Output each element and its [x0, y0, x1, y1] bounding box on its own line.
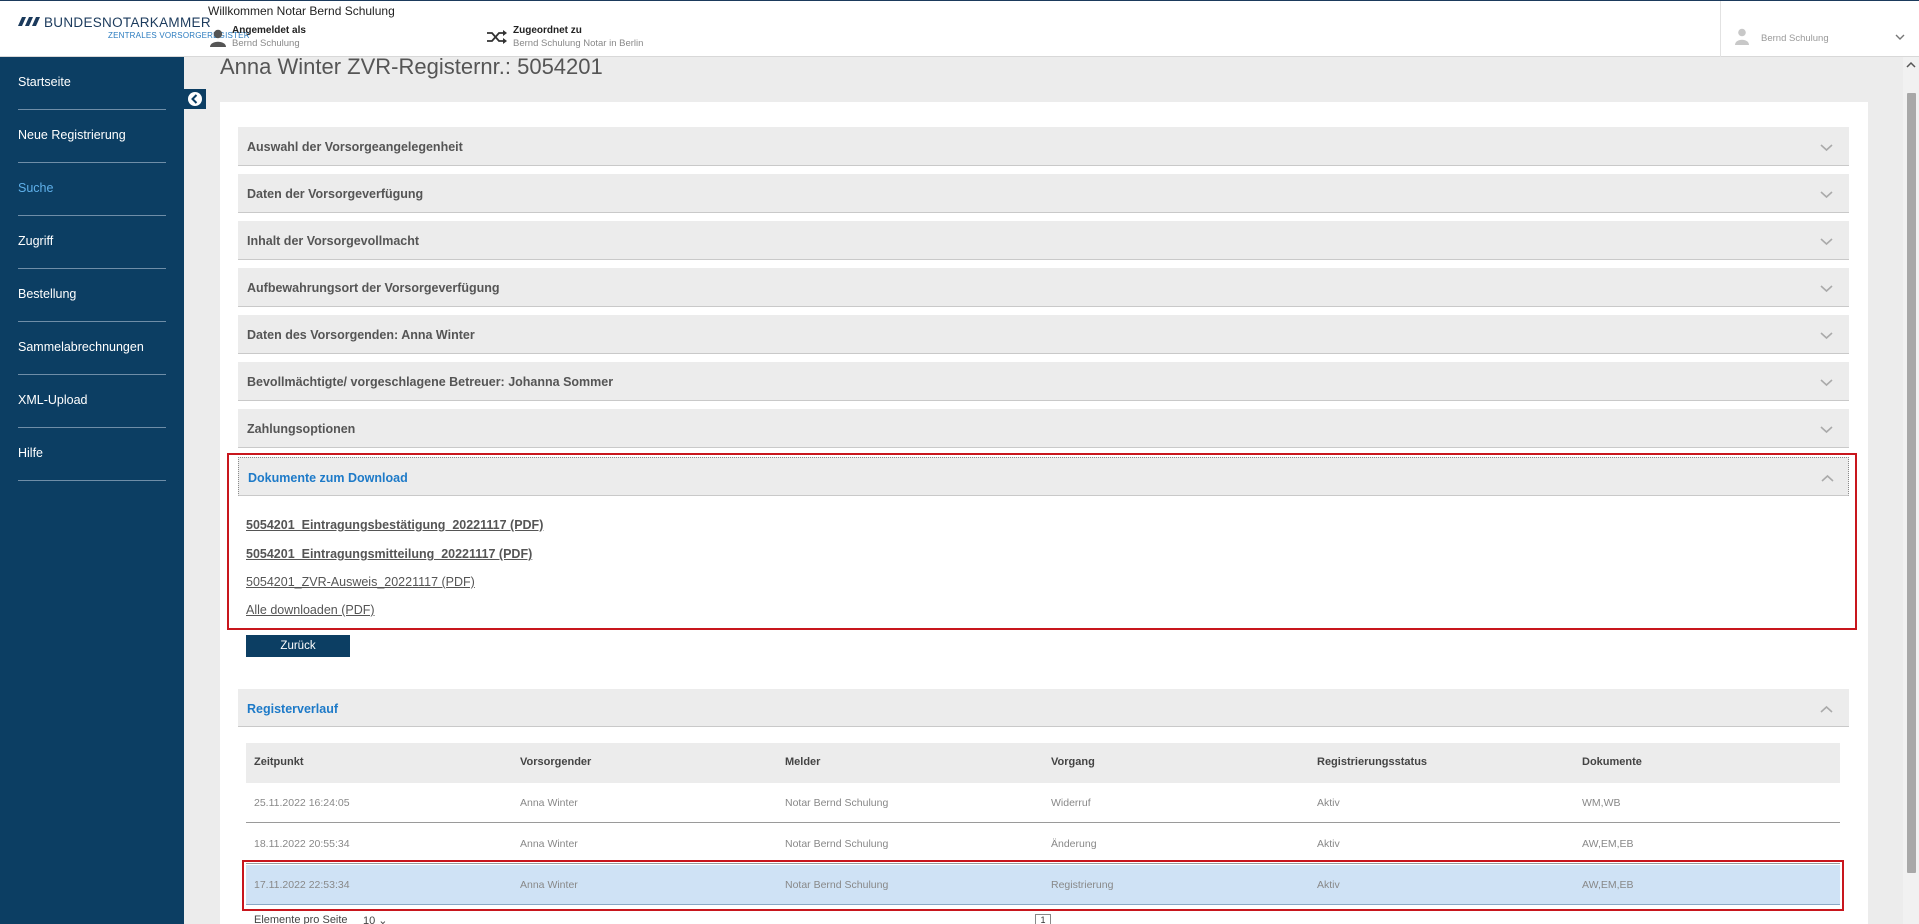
chevron-down-icon — [1820, 285, 1833, 293]
user-menu-name: Bernd Schulung — [1761, 33, 1829, 44]
highlight-selected-row — [242, 860, 1844, 911]
accordion-title: Zahlungsoptionen — [247, 422, 356, 436]
sidebar-item-hilfe[interactable]: Hilfe — [18, 428, 166, 481]
accordion-title: Aufbewahrungsort der Vorsorgeverfügung — [247, 281, 500, 295]
logo-brand-text: BUNDESNOTARKAMMER — [44, 15, 211, 30]
welcome-text: Willkommen Notar Bernd Schulung — [208, 4, 395, 18]
cell-zeitpunkt: 25.11.2022 16:24:05 — [254, 797, 350, 809]
top-header: BUNDESNOTARKAMMER ZENTRALES VORSORGEREGI… — [0, 0, 1919, 57]
per-page-label: Elemente pro Seite — [254, 914, 348, 924]
accordion-aufbewahrungsort[interactable]: Aufbewahrungsort der Vorsorgeverfügung — [238, 268, 1849, 307]
user-icon — [1735, 28, 1749, 45]
table-row[interactable]: 18.11.2022 20:55:34 Anna Winter Notar Be… — [246, 824, 1840, 864]
accordion-title: Registerverlauf — [247, 702, 339, 716]
scrollbar-thumb[interactable] — [1907, 93, 1916, 873]
cell-vorsorgender: Anna Winter — [520, 797, 578, 809]
chevron-down-icon — [1820, 379, 1833, 387]
sidebar-nav: Startseite Neue Registrierung Suche Zugr… — [0, 57, 184, 924]
sidebar-item-suche[interactable]: Suche — [18, 163, 166, 216]
accordion-inhalt-vorsorgevollmacht[interactable]: Inhalt der Vorsorgevollmacht — [238, 221, 1849, 260]
sidebar-item-label: Startseite — [18, 75, 71, 89]
table-row[interactable]: 25.11.2022 16:24:05 Anna Winter Notar Be… — [246, 783, 1840, 823]
accordion-title: Inhalt der Vorsorgevollmacht — [247, 234, 420, 248]
column-header-dokumente[interactable]: Dokumente — [1582, 756, 1642, 768]
chevron-down-icon — [1820, 426, 1833, 434]
column-header-vorsorgender[interactable]: Vorsorgender — [520, 756, 591, 768]
assigned-label: Zugeordnet zu — [513, 25, 582, 36]
chevron-up-icon — [1820, 705, 1833, 713]
chevron-down-icon — [1895, 34, 1905, 40]
chevron-down-icon — [1820, 144, 1833, 152]
sidebar-item-label: Hilfe — [18, 446, 44, 460]
pagination-page-button[interactable]: 1 — [1035, 914, 1051, 924]
download-link-eintragungsmitteilung[interactable]: 5054201_Eintragungsmitteilung_20221117 (… — [246, 547, 532, 561]
accordion-daten-vorsorgeverfuegung[interactable]: Daten der Vorsorgeverfügung — [238, 174, 1849, 213]
accordion-title: Auswahl der Vorsorgeangelegenheit — [247, 140, 463, 154]
accordion-title: Bevollmächtigte/ vorgeschlagene Betreuer… — [247, 375, 614, 389]
download-link-alle[interactable]: Alle downloaden (PDF) — [246, 603, 375, 617]
column-header-vorgang[interactable]: Vorgang — [1051, 756, 1095, 768]
logged-in-value: Bernd Schulung — [232, 38, 300, 49]
accordion-auswahl-vorsorgeangelegenheit[interactable]: Auswahl der Vorsorgeangelegenheit — [238, 127, 1849, 166]
back-button[interactable]: Zurück — [246, 635, 350, 657]
user-icon — [210, 29, 226, 47]
sidebar-item-label: Zugriff — [18, 234, 54, 248]
cell-melder: Notar Bernd Schulung — [785, 797, 889, 809]
cell-dokumente: AW,EM,EB — [1582, 838, 1634, 850]
sidebar-item-label: Sammelabrechnungen — [18, 340, 144, 354]
logged-in-label: Angemeldet als — [232, 25, 306, 36]
cell-vorgang: Widerruf — [1051, 797, 1091, 809]
accordion-daten-vorsorgenden[interactable]: Daten des Vorsorgenden: Anna Winter — [238, 315, 1849, 354]
accordion-registerverlauf[interactable]: Registerverlauf — [238, 689, 1849, 727]
sidebar-item-label: Suche — [18, 181, 54, 195]
user-menu-dropdown[interactable]: Bernd Schulung — [1720, 1, 1919, 57]
accordion-bevollmaechtigte[interactable]: Bevollmächtigte/ vorgeschlagene Betreuer… — [238, 362, 1849, 401]
column-header-registrierungsstatus[interactable]: Registrierungsstatus — [1317, 756, 1427, 768]
sidebar-item-label: XML-Upload — [18, 393, 88, 407]
cell-melder: Notar Bernd Schulung — [785, 838, 889, 850]
highlight-downloads — [227, 453, 1857, 630]
sidebar-item-xml-upload[interactable]: XML-Upload — [18, 375, 166, 428]
per-page-select[interactable]: 10 ⌄ — [363, 914, 388, 924]
page-scrollbar[interactable] — [1903, 57, 1919, 924]
download-link-zvr-ausweis[interactable]: 5054201_ZVR-Ausweis_20221117 (PDF) — [246, 575, 475, 589]
download-link-eintragungsbestaetigung[interactable]: 5054201_Eintragungsbestätigung_20221117 … — [246, 518, 543, 532]
chevron-down-icon — [1820, 191, 1833, 199]
sidebar-item-sammelabrechnungen[interactable]: Sammelabrechnungen — [18, 322, 166, 375]
scroll-up-icon[interactable] — [1906, 61, 1916, 69]
cell-vorsorgender: Anna Winter — [520, 838, 578, 850]
assigned-value: Bernd Schulung Notar in Berlin — [513, 38, 644, 49]
accordion-title: Daten der Vorsorgeverfügung — [247, 187, 424, 201]
chevron-left-circle-icon — [188, 92, 202, 106]
cell-status: Aktiv — [1317, 838, 1340, 850]
accordion-zahlungsoptionen[interactable]: Zahlungsoptionen — [238, 409, 1849, 448]
chevron-down-icon — [1820, 332, 1833, 340]
shuffle-icon — [487, 30, 507, 44]
cell-status: Aktiv — [1317, 797, 1340, 809]
sidebar-item-label: Neue Registrierung — [18, 128, 126, 142]
page-title: Anna Winter ZVR-Registernr.: 5054201 — [220, 54, 603, 79]
per-page-value: 10 — [363, 915, 376, 924]
column-header-melder[interactable]: Melder — [785, 756, 820, 768]
sidebar-item-bestellung[interactable]: Bestellung — [18, 269, 166, 322]
cell-vorgang: Änderung — [1051, 838, 1097, 850]
chevron-down-icon — [1820, 238, 1833, 246]
accordion-title: Daten des Vorsorgenden: Anna Winter — [247, 328, 475, 342]
sidebar-item-label: Bestellung — [18, 287, 77, 301]
logo-stripes-icon — [18, 17, 40, 26]
history-table-header: Zeitpunkt Vorsorgender Melder Vorgang Re… — [246, 743, 1840, 783]
column-header-zeitpunkt[interactable]: Zeitpunkt — [254, 756, 304, 768]
sidebar-collapse-button[interactable] — [184, 89, 206, 109]
logo-subtitle: ZENTRALES VORSORGEREGISTER — [108, 31, 250, 40]
cell-dokumente: WM,WB — [1582, 797, 1621, 809]
sidebar-item-neue-registrierung[interactable]: Neue Registrierung — [18, 110, 166, 163]
cell-zeitpunkt: 18.11.2022 20:55:34 — [254, 838, 350, 850]
sidebar-item-startseite[interactable]: Startseite — [18, 57, 166, 110]
sidebar-item-zugriff[interactable]: Zugriff — [18, 216, 166, 269]
